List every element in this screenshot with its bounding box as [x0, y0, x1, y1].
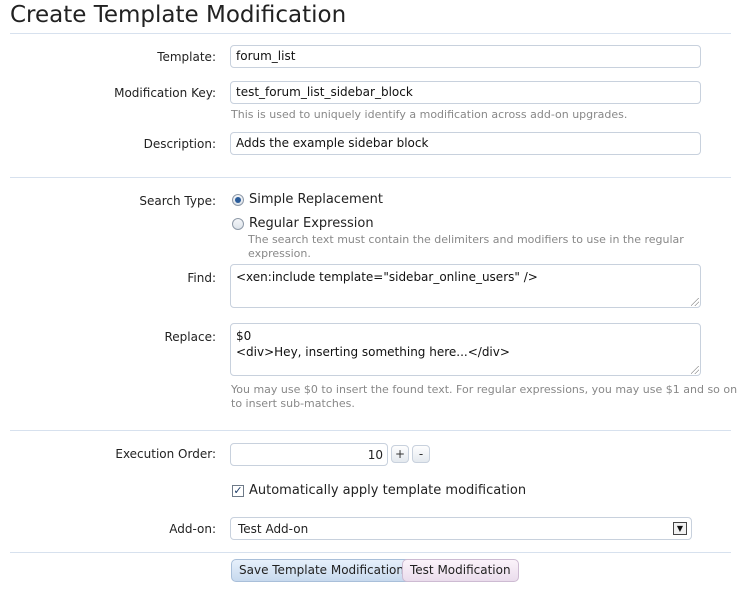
simple-replacement-label: Simple Replacement	[249, 192, 383, 207]
auto-apply-checkbox[interactable]: ✓	[232, 484, 244, 497]
description-input[interactable]: Adds the example sidebar block	[230, 132, 701, 155]
addon-select[interactable]: Test Add-on ▼	[230, 517, 692, 540]
save-template-modification-button[interactable]: Save Template Modification	[231, 559, 412, 582]
page-title: Create Template Modification	[10, 2, 347, 28]
resize-grip-icon[interactable]	[691, 366, 699, 374]
execution-order-input[interactable]: 10	[230, 443, 388, 466]
replace-hint-line-2: to insert sub-matches.	[231, 397, 355, 410]
find-label: Find:	[187, 271, 216, 285]
regex-hint: The search text must contain the delimit…	[248, 233, 684, 260]
increment-button[interactable]: +	[391, 445, 409, 463]
simple-replacement-option[interactable]: Simple Replacement	[232, 192, 383, 207]
replace-textarea[interactable]: $0 <div>Hey, inserting something here...…	[230, 323, 701, 376]
section-divider	[10, 177, 731, 178]
template-input[interactable]: forum_list	[230, 45, 701, 68]
test-modification-button[interactable]: Test Modification	[402, 559, 519, 582]
template-label: Template:	[157, 50, 216, 64]
section-divider	[10, 552, 731, 553]
auto-apply-option[interactable]: ✓ Automatically apply template modificat…	[232, 483, 526, 498]
find-text: <xen:include template="sidebar_online_us…	[236, 270, 538, 284]
regular-expression-radio[interactable]	[232, 217, 244, 230]
replace-line-2: <div>Hey, inserting something here...</d…	[236, 345, 510, 359]
auto-apply-label: Automatically apply template modificatio…	[249, 483, 527, 498]
decrement-button[interactable]: -	[412, 445, 430, 463]
description-label: Description:	[143, 137, 216, 151]
execution-order-label: Execution Order:	[115, 447, 216, 461]
search-type-label: Search Type:	[139, 194, 216, 208]
simple-replacement-radio[interactable]	[232, 193, 244, 206]
section-divider	[10, 430, 731, 431]
modification-key-input[interactable]: test_forum_list_sidebar_block	[230, 81, 701, 104]
addon-selected-value: Test Add-on	[238, 522, 309, 536]
modification-key-label: Modification Key:	[114, 86, 216, 100]
chevron-down-icon[interactable]: ▼	[673, 522, 687, 535]
resize-grip-icon[interactable]	[691, 298, 699, 306]
addon-label: Add-on:	[169, 522, 216, 536]
replace-label: Replace:	[164, 330, 216, 344]
replace-line-1: $0	[236, 329, 252, 343]
regular-expression-option[interactable]: Regular Expression	[232, 216, 374, 231]
replace-hint-line-1: You may use $0 to insert the found text.…	[231, 383, 738, 396]
find-textarea[interactable]: <xen:include template="sidebar_online_us…	[230, 264, 701, 308]
modification-key-hint: This is used to uniquely identify a modi…	[231, 108, 628, 121]
regular-expression-label: Regular Expression	[249, 216, 374, 231]
title-divider	[10, 33, 731, 34]
